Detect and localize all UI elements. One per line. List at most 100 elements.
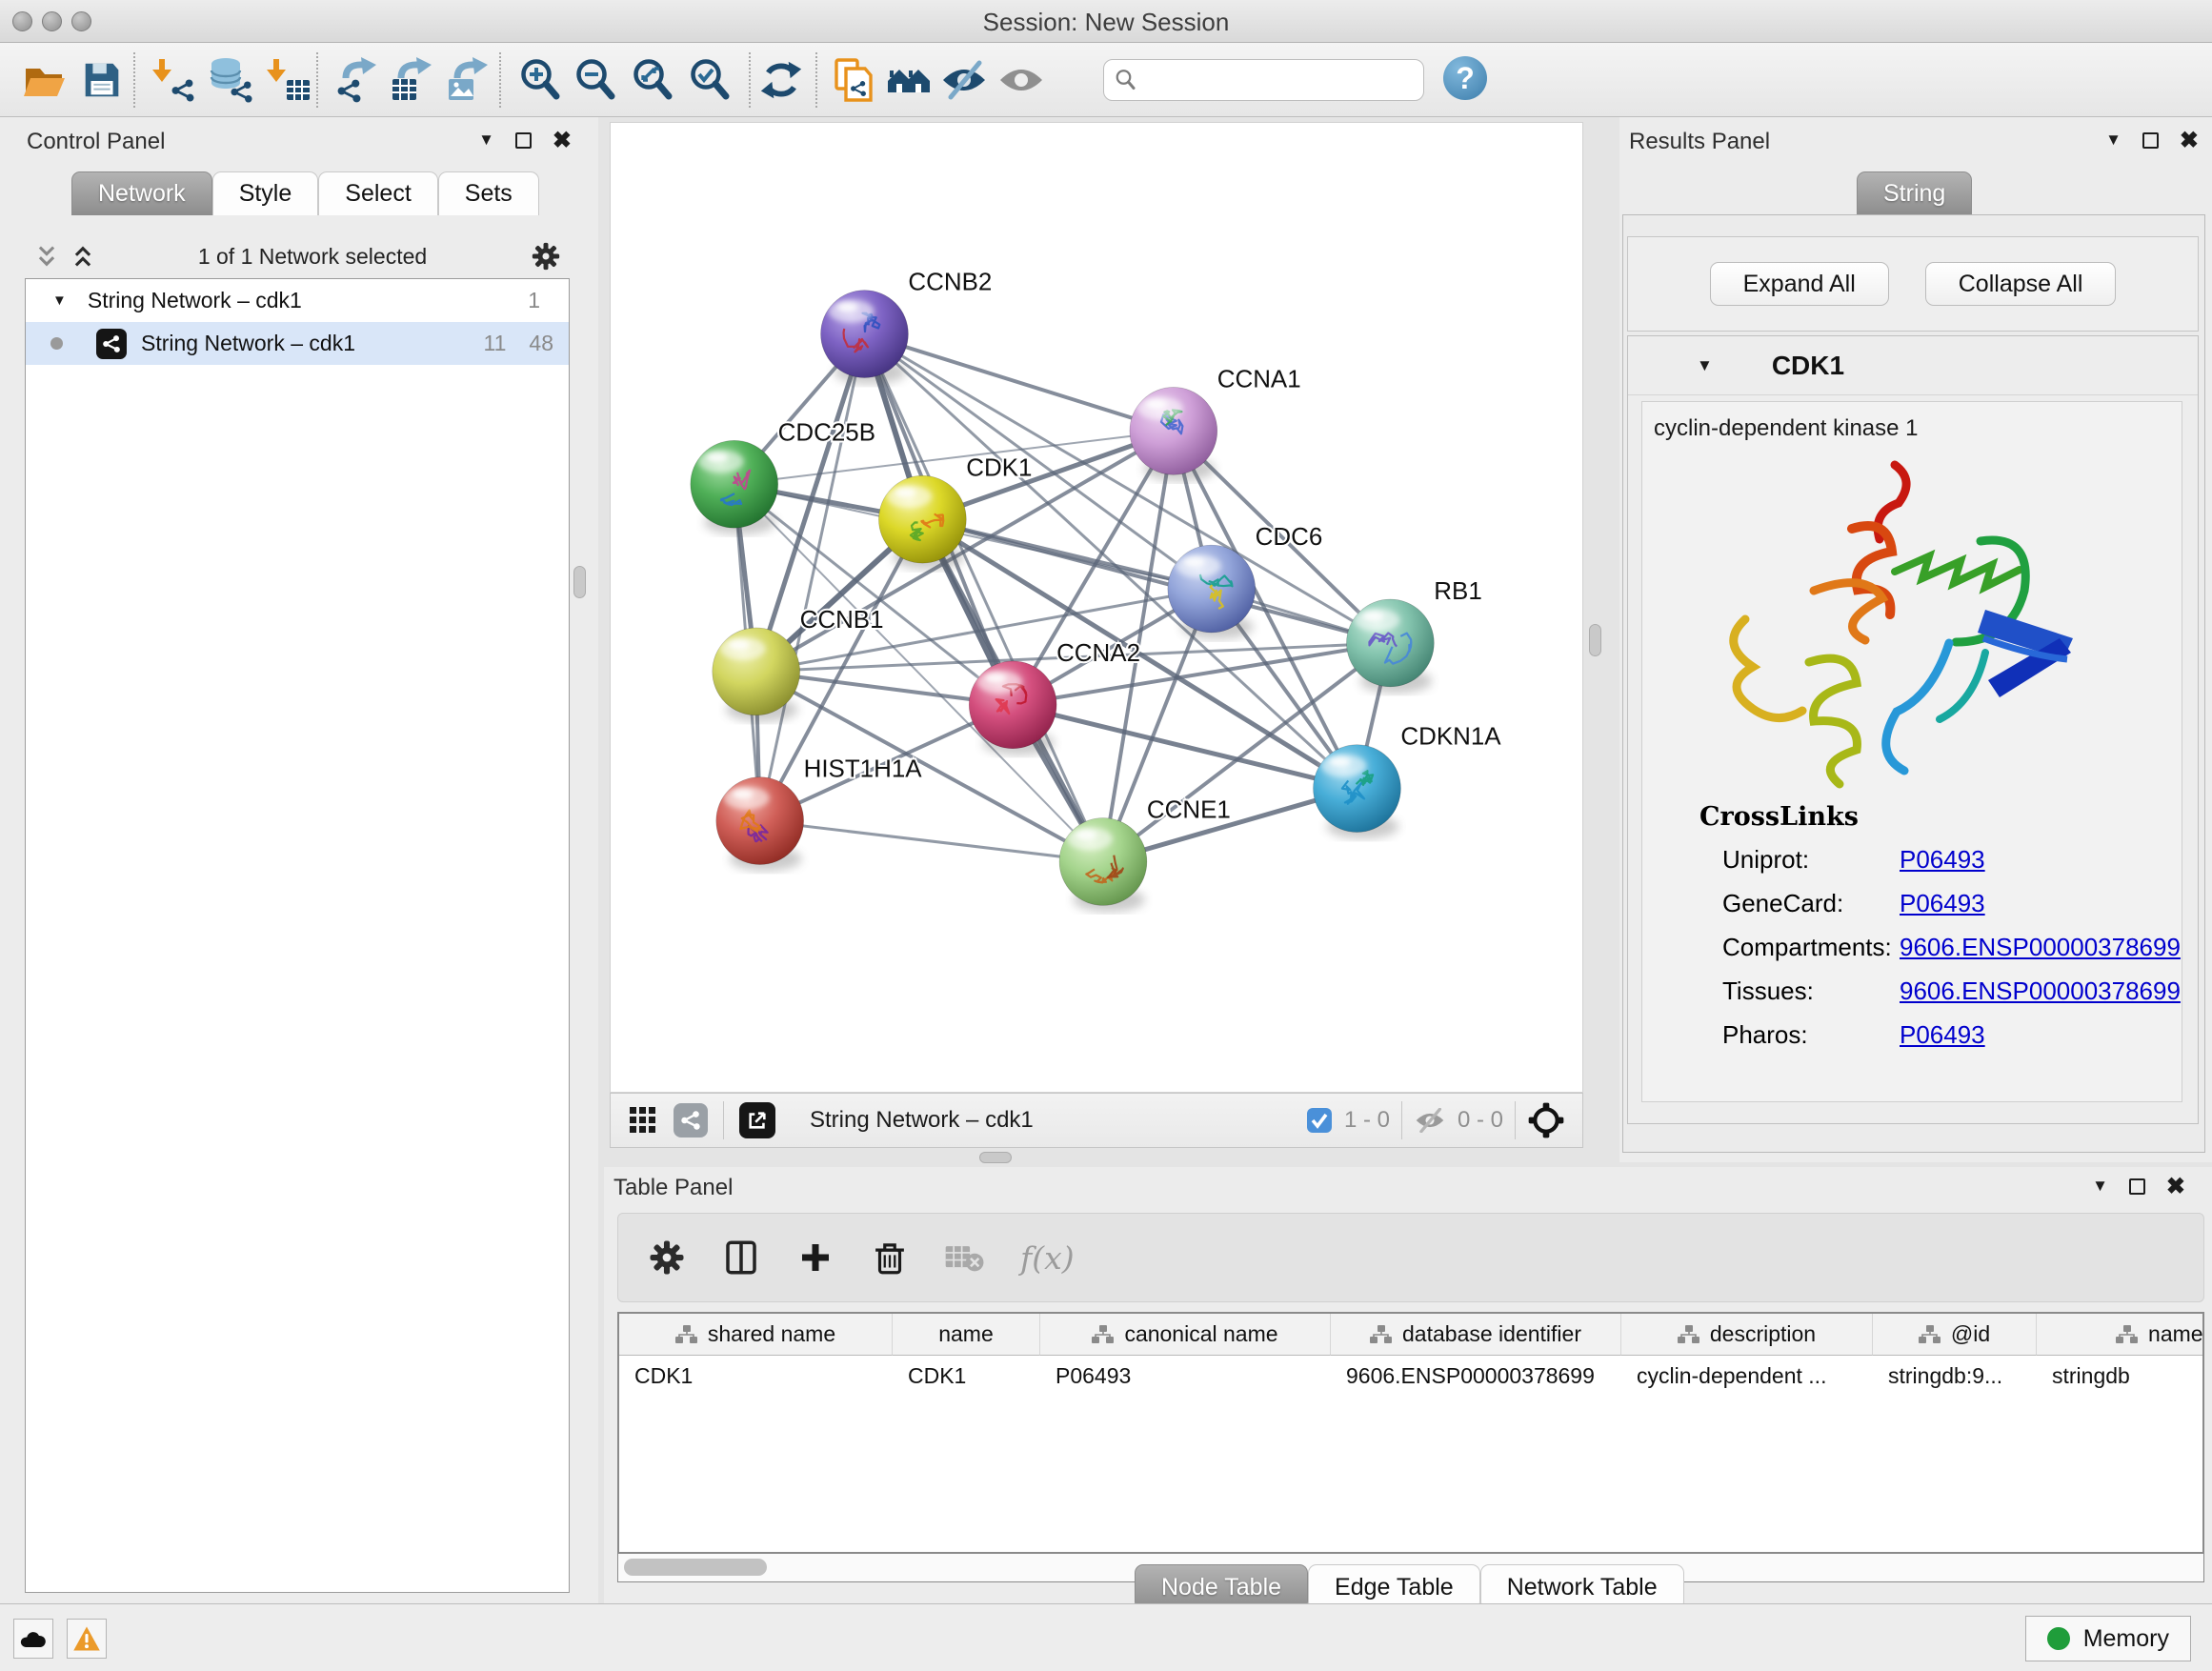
table-panel: Table Panel ▼ ✖: [604, 1167, 2212, 1603]
column-header-name[interactable]: name: [893, 1314, 1040, 1356]
detach-view-icon[interactable]: [739, 1102, 775, 1138]
crosslink-link[interactable]: 9606.ENSP00000378699: [1900, 933, 2181, 962]
close-panel-icon[interactable]: ✖: [553, 132, 572, 149]
import-table-file-button[interactable]: [263, 54, 314, 106]
show-columns-icon[interactable]: [721, 1238, 761, 1278]
node-table[interactable]: shared namename canonical name database id…: [617, 1312, 2204, 1554]
crosslink-link[interactable]: P06493: [1900, 845, 1985, 875]
table-panel-title: Table Panel: [613, 1175, 733, 1201]
column-header--id[interactable]: @id: [1873, 1314, 2037, 1356]
zoom-out-button[interactable]: [571, 54, 622, 106]
network-row[interactable]: String Network – cdk1 11 48: [26, 322, 569, 365]
crosslink-row: Tissues:9606.ENSP00000378699: [1642, 969, 2182, 1013]
tab-sets[interactable]: Sets: [438, 171, 539, 215]
results-tab-string[interactable]: String: [1857, 171, 1972, 215]
zoom-out-icon: [572, 55, 621, 105]
import-network-file-button[interactable]: [149, 54, 200, 106]
collapse-all-icon[interactable]: [34, 244, 59, 269]
zoom-selected-button[interactable]: [685, 54, 736, 106]
memory-button[interactable]: Memory: [2025, 1616, 2191, 1661]
shared-column-tree-icon: [1370, 1324, 1393, 1345]
scrollbar-thumb[interactable]: [624, 1559, 767, 1576]
node-label-CCNA2: CCNA2: [1056, 640, 1140, 667]
delete-column-trash-icon[interactable]: [870, 1238, 910, 1278]
close-panel-icon[interactable]: ✖: [2180, 132, 2199, 149]
warnings-button[interactable]: [67, 1619, 107, 1659]
selected-checkbox-icon[interactable]: [1306, 1107, 1333, 1134]
network-options-gear-icon[interactable]: [530, 240, 562, 272]
tab-network[interactable]: Network: [71, 171, 212, 215]
section-expander-icon[interactable]: ▼: [1697, 356, 1713, 375]
column-header-database-identifier[interactable]: database identifier: [1331, 1314, 1621, 1356]
zoom-in-icon: [516, 55, 566, 105]
float-panel-icon[interactable]: [2142, 132, 2159, 149]
export-image-button[interactable]: [441, 54, 493, 106]
crosslink-link[interactable]: 9606.ENSP00000378699: [1900, 976, 2181, 1006]
network-share-view-icon[interactable]: [674, 1103, 708, 1137]
panel-menu-icon[interactable]: ▼: [2105, 131, 2122, 150]
panel-menu-icon[interactable]: ▼: [2092, 1177, 2108, 1196]
apply-layout-button[interactable]: [755, 54, 807, 106]
warning-triangle-icon: [72, 1625, 101, 1652]
save-session-button[interactable]: [76, 54, 128, 106]
close-panel-icon[interactable]: ✖: [2166, 1178, 2185, 1195]
expand-all-button[interactable]: Expand All: [1710, 262, 1889, 306]
current-network-bullet-icon: [50, 337, 63, 350]
crosslink-link[interactable]: P06493: [1900, 1020, 1985, 1050]
network-canvas[interactable]: CCNB2CCNA1CDC25BCDK1CDC6RB1CCNB1CCNA2CDK…: [610, 122, 1583, 1093]
vertical-splitter-handle[interactable]: [573, 566, 586, 598]
column-header-namespace[interactable]: namespace: [2037, 1314, 2204, 1356]
grid-view-icon[interactable]: [628, 1105, 658, 1136]
horizontal-splitter-handle[interactable]: [979, 1152, 1012, 1163]
node-label-CDKN1A: CDKN1A: [1400, 724, 1501, 751]
export-network-button[interactable]: [330, 54, 381, 106]
control-panel-tabs: NetworkStyleSelectSets: [71, 171, 539, 215]
protein-section-header[interactable]: ▼ CDK1: [1628, 336, 2198, 395]
eye-icon: [996, 55, 1046, 105]
show-all-button[interactable]: [995, 54, 1047, 106]
column-header-canonical-name[interactable]: canonical name: [1040, 1314, 1331, 1356]
collapse-all-button[interactable]: Collapse All: [1925, 262, 2117, 306]
app-window: Session: New Session: [0, 0, 2212, 1671]
crosslink-link[interactable]: P06493: [1900, 889, 1985, 918]
open-session-button[interactable]: [19, 54, 70, 106]
tab-select[interactable]: Select: [318, 171, 437, 215]
float-panel-icon[interactable]: [515, 132, 532, 149]
birds-eye-crosshair-icon[interactable]: [1527, 1101, 1565, 1139]
crosslinks-title: CrossLinks: [1699, 802, 2182, 832]
column-label: canonical name: [1124, 1321, 1277, 1347]
node-label-CCNB1: CCNB1: [800, 607, 884, 634]
expand-all-icon[interactable]: [70, 244, 95, 269]
network-view-toolbar: String Network – cdk1 1 - 0 0 - 0: [610, 1093, 1583, 1148]
table-cell: P06493: [1040, 1356, 1331, 1396]
selected-counts: 1 - 0: [1344, 1107, 1390, 1134]
column-header-description[interactable]: description: [1621, 1314, 1873, 1356]
import-network-from-database-button[interactable]: [204, 54, 255, 106]
create-column-plus-icon[interactable]: [795, 1238, 835, 1278]
hide-selected-button[interactable]: [938, 54, 990, 106]
zoom-fit-button[interactable]: [628, 54, 679, 106]
vertical-splitter-handle[interactable]: [1589, 624, 1601, 656]
title-bar: Session: New Session: [0, 0, 2212, 43]
column-header-shared-name[interactable]: shared name: [619, 1314, 893, 1356]
open-folder-icon: [20, 55, 70, 105]
network-collection-row[interactable]: ▼ String Network – cdk1 1: [26, 279, 569, 322]
table-row[interactable]: CDK1CDK1P064939606.ENSP00000378699cyclin…: [619, 1356, 2202, 1396]
node-label-CCNB2: CCNB2: [908, 270, 992, 296]
first-neighbors-button[interactable]: [883, 54, 935, 106]
tab-style[interactable]: Style: [212, 171, 319, 215]
export-network-icon: [331, 55, 380, 105]
export-table-button[interactable]: [385, 54, 436, 106]
search-input[interactable]: [1138, 66, 1405, 94]
zoom-in-button[interactable]: [515, 54, 567, 106]
results-panel-title: Results Panel: [1629, 129, 1770, 155]
toolbar-search[interactable]: [1103, 59, 1424, 101]
node-label-CDC6: CDC6: [1256, 524, 1323, 551]
collection-expander-icon[interactable]: ▼: [52, 292, 67, 309]
float-panel-icon[interactable]: [2129, 1178, 2145, 1195]
clone-network-button[interactable]: [826, 54, 877, 106]
cloud-status-button[interactable]: [13, 1619, 53, 1659]
help-button[interactable]: ?: [1443, 56, 1487, 100]
table-options-gear-icon[interactable]: [647, 1238, 687, 1278]
panel-menu-icon[interactable]: ▼: [478, 131, 494, 150]
